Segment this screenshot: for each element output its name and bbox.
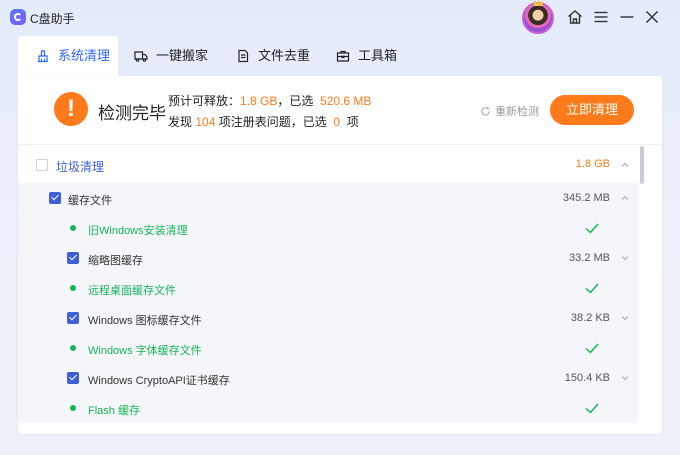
- menu-icon[interactable]: [592, 8, 610, 26]
- home-icon[interactable]: [566, 8, 584, 26]
- chevron-down-icon[interactable]: [620, 253, 630, 263]
- chevron-up-icon[interactable]: [620, 160, 630, 170]
- list-item[interactable]: 缩略图缓存 33.2 MB: [18, 243, 638, 273]
- issues-suffix: 项: [346, 115, 359, 129]
- rescan-button[interactable]: 重新检测: [480, 103, 539, 119]
- app-logo-icon: [10, 9, 26, 25]
- issues-prefix: 发现: [168, 115, 193, 129]
- document-icon: [236, 49, 250, 63]
- item-label: Windows CryptoAPI证书缓存: [88, 375, 230, 387]
- subgroup-row-cache[interactable]: 缓存文件 345.2 MB: [18, 183, 638, 213]
- list-item[interactable]: Windows CryptoAPI证书缓存 150.4 KB: [18, 363, 638, 393]
- scan-summary: ! 检测完毕 预计可释放：1.8 GB，已选 520.6 MB 发现 104 项…: [18, 76, 662, 142]
- tab-system-clean[interactable]: 系统清理: [18, 36, 118, 76]
- subgroup-label: 缓存文件: [68, 195, 112, 207]
- status-dot: [70, 345, 76, 351]
- item-label: 缩略图缓存: [88, 255, 143, 267]
- check-icon: [583, 279, 601, 297]
- rescan-label: 重新检测: [495, 106, 539, 118]
- item-size: 150.4 KB: [564, 372, 610, 384]
- tab-one-click-move[interactable]: 一键搬家: [134, 36, 234, 76]
- item-label: Windows 字体缓存文件: [88, 345, 202, 357]
- tab-label: 文件去重: [258, 48, 311, 63]
- check-icon: [583, 399, 601, 417]
- toolbox-icon: [336, 49, 350, 63]
- tab-label: 工具箱: [358, 48, 398, 63]
- chevron-down-icon[interactable]: [620, 373, 630, 383]
- releasable-size: 1.8 GB: [240, 94, 278, 108]
- list-scrollbar[interactable]: [639, 146, 645, 434]
- tab-file-dedup[interactable]: 文件去重: [236, 36, 336, 76]
- group-row-junk[interactable]: 垃圾清理 1.8 GB: [18, 147, 638, 183]
- item-label: Windows 图标缓存文件: [88, 315, 202, 327]
- item-checkbox[interactable]: [67, 312, 79, 324]
- broom-icon: [36, 49, 50, 63]
- subgroup-checkbox[interactable]: [49, 192, 61, 204]
- selected-prefix: ，已选: [277, 94, 314, 108]
- group-checkbox[interactable]: [36, 159, 48, 171]
- issues-mid: 项注册表问题，已选: [218, 115, 327, 129]
- item-label: 旧Windows安装清理: [88, 225, 188, 237]
- issues-selected: 0: [333, 115, 341, 129]
- group-size: 1.8 GB: [575, 158, 610, 170]
- releasable-prefix: 预计可释放：: [168, 94, 241, 108]
- user-avatar[interactable]: [522, 2, 554, 34]
- tab-toolbox[interactable]: 工具箱: [336, 36, 426, 76]
- group-label: 垃圾清理: [56, 160, 105, 174]
- title-bar: C盘助手: [0, 0, 680, 36]
- chevron-down-icon[interactable]: [620, 313, 630, 323]
- selected-size: 520.6 MB: [320, 94, 372, 108]
- tab-label: 系统清理: [58, 48, 111, 63]
- check-icon: [583, 339, 601, 357]
- item-checkbox[interactable]: [67, 372, 79, 384]
- list-item[interactable]: Windows 图标缓存文件 38.2 KB: [18, 303, 638, 333]
- divider: [18, 144, 662, 145]
- subgroup-size: 345.2 MB: [562, 192, 610, 204]
- warning-icon: !: [54, 92, 88, 126]
- status-dot: [70, 225, 76, 231]
- chevron-up-icon[interactable]: [620, 193, 630, 203]
- minimize-icon[interactable]: [618, 8, 636, 26]
- list-item: Flash 缓存: [18, 393, 638, 423]
- list-item: 旧Windows安装清理: [18, 213, 638, 243]
- status-dot: [70, 405, 76, 411]
- system-clean-panel: ! 检测完毕 预计可释放：1.8 GB，已选 520.6 MB 发现 104 项…: [18, 76, 662, 434]
- clean-now-button[interactable]: 立即清理: [550, 95, 634, 125]
- item-label: Flash 缓存: [88, 405, 140, 417]
- app-title: C盘助手: [30, 12, 75, 26]
- tab-label: 一键搬家: [156, 48, 209, 63]
- status-dot: [70, 285, 76, 291]
- refresh-icon: [481, 106, 490, 116]
- close-icon[interactable]: [643, 8, 661, 26]
- item-checkbox[interactable]: [67, 252, 79, 264]
- releasable-summary: 预计可释放：1.8 GB，已选 520.6 MB: [168, 92, 371, 109]
- item-size: 38.2 KB: [570, 312, 610, 324]
- item-size: 33.2 MB: [569, 252, 610, 264]
- list-item: Windows 字体缓存文件: [18, 333, 638, 363]
- list-item: 远程桌面缓存文件: [18, 273, 638, 303]
- issues-count: 104: [195, 115, 216, 129]
- main-tabs: 系统清理 一键搬家 文件去重 工具箱: [18, 36, 662, 76]
- check-icon: [583, 219, 601, 237]
- truck-icon: [134, 49, 148, 63]
- scrollbar-thumb[interactable]: [640, 146, 644, 184]
- registry-summary: 发现 104 项注册表问题，已选 0 项: [168, 113, 359, 130]
- item-label: 远程桌面缓存文件: [88, 285, 176, 297]
- scan-status: 检测完毕: [98, 104, 166, 123]
